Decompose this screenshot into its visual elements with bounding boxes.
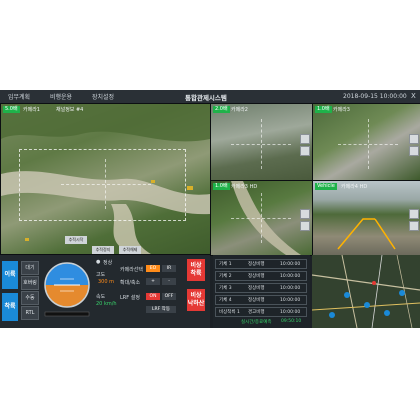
takeoff-button[interactable]: 이륙 [2,261,18,289]
pan-button[interactable] [300,209,310,219]
attitude-indicator [44,262,90,317]
crosshair-horizontal [61,184,151,185]
zoom-tag: 5.0배 [3,106,20,113]
track-start-button[interactable]: 추적시작 [65,236,87,244]
vehicle-status-log: 기체 1 정상비행 10:00:00 기체 2 정상비행 10:00:00 기체… [213,255,310,328]
vehicle-tag: Vehicle [315,183,337,190]
camera-name: 카메라4 HD [341,184,368,190]
vehicle-time: 10:00:00 [280,298,301,303]
altitude-value: 300 m [98,279,115,285]
emergency-landing-button[interactable]: 비상 착륙 [187,259,205,281]
zoom-tag: 1.0배 [213,183,230,190]
camera-eo-toggle[interactable]: EO [146,265,160,272]
vehicle-time: 10:00:00 [280,274,301,279]
video-feed-5[interactable]: Vehicle 카메라4 HD [312,180,420,256]
zoom-in-button[interactable]: + [146,278,160,285]
speed-label: 속도 [96,294,106,300]
zoom-tag: 2.0배 [213,106,230,113]
target-box [19,149,186,221]
main-video-feed[interactable]: 5.0배 카메라1 채널정보 #4 추적시작 추적정지 추적해제 [0,103,211,255]
control-window: 임무계획 비행운용 장치설정 통합관제시스템 2018-09-15 10:00:… [0,90,420,328]
status-label: 정상 [103,260,113,266]
pan-button[interactable] [409,146,419,156]
pan-button[interactable] [300,221,310,231]
vehicle-time: 10:00:00 [280,286,301,291]
hover-button[interactable]: 호버링 [21,276,39,290]
landing-button[interactable]: 착륙 [2,293,18,321]
pan-button[interactable] [300,146,310,156]
video-feed-2[interactable]: 2.0배 카메라2 [210,103,313,181]
zoom-label: 확대/축소 [120,280,141,286]
vehicle-status: 정상비행 [248,262,265,267]
log-row[interactable]: 기체 1 정상비행 10:00:00 [215,259,307,269]
vehicle-name: 기체 3 [219,286,232,291]
manual-button[interactable]: 수동 [21,291,39,305]
track-release-button[interactable]: 추적해제 [119,246,141,254]
vehicle-time: 10:00:00 [280,262,301,267]
lrf-off-toggle[interactable]: OFF [162,293,176,300]
log-row[interactable]: 기체 3 정상비행 10:00:00 [215,283,307,293]
altitude-label: 고도 [96,272,106,278]
pan-button[interactable] [409,134,419,144]
menu-mission-plan[interactable]: 임무계획 [8,92,30,101]
crosshair-vertical [368,119,369,169]
camera-select-label: 카메라선택 [120,267,144,273]
rtl-button[interactable]: RTL [21,306,39,320]
map-view[interactable] [312,255,420,328]
pan-button[interactable] [409,221,419,231]
zoom-tag: 1.0배 [315,106,332,113]
footer-label: 실시간/종료예측 [241,320,272,325]
vehicle-time: 10:00:00 [280,310,301,315]
pan-button[interactable] [300,134,310,144]
menu-bar: 임무계획 비행운용 장치설정 통합관제시스템 2018-09-15 10:00:… [0,90,420,104]
log-row[interactable]: 기체 2 정상비행 10:00:00 [215,271,307,281]
vehicle-status: 정상비행 [248,274,265,279]
app-title: 통합관제시스템 [185,94,227,102]
camera-ir-toggle[interactable]: IR [162,265,176,272]
camera-name: 카메라3 [333,107,350,113]
crosshair-vertical [105,159,106,209]
channel-label: 채널정보 #4 [56,107,84,113]
pan-button[interactable] [409,209,419,219]
lrf-on-toggle[interactable]: ON [146,293,160,300]
footer-time: 09:50:10 [281,319,302,324]
map-graphic [312,255,420,328]
flight-control-panel: 이륙 착륙 대기 호버링 수동 RTL ● 정상 고도 300 m 속도 20 … [0,255,210,328]
video-feed-3[interactable]: 1.0배 카메라3 [312,103,420,181]
vehicle-name: 기체 1 [219,262,232,267]
crosshair-vertical [261,119,262,169]
lrf-label: LRF 설정 [120,295,140,301]
video-feed-4[interactable]: 1.0배 카메라3 HD [210,180,313,256]
lrf-activate-button[interactable]: LRF 작동 [146,306,176,313]
log-row[interactable]: 기체 4 정상비행 10:00:00 [215,295,307,305]
vehicle-name: 기체 2 [219,274,232,279]
vehicle-status: 정상비행 [248,298,265,303]
vehicle-status: 경고비행 [248,310,265,315]
track-stop-button[interactable]: 추적정지 [92,246,114,254]
vehicle-name: 기체 4 [219,298,232,303]
status-indicator-dot: ● [96,259,101,265]
emergency-parachute-button[interactable]: 비상 낙하산 [187,289,205,311]
menu-flight-ops[interactable]: 비행운용 [50,92,72,101]
camera-name: 카메라3 HD [231,184,258,190]
vehicle-status: 정상비행 [248,286,265,291]
close-icon[interactable]: X [411,92,416,100]
standby-button[interactable]: 대기 [21,261,39,275]
crosshair-vertical [261,193,262,243]
speed-value: 20 km/h [96,301,117,307]
log-row[interactable]: 비상착륙 1 경고비행 10:00:00 [215,307,307,317]
camera-name: 카메라2 [231,107,248,113]
zoom-out-button[interactable]: - [162,278,176,285]
camera-name: 카메라1 [23,107,40,113]
guide-lines-graphic [337,218,396,250]
vehicle-name: 비상착륙 1 [219,310,240,315]
menu-device-settings[interactable]: 장치설정 [92,92,114,101]
datetime-display: 2018-09-15 10:00:00 [343,93,407,100]
